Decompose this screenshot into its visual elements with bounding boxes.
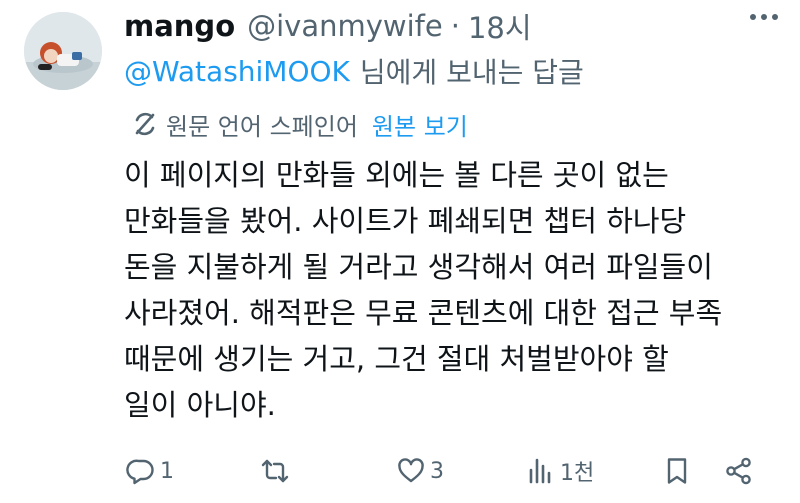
avatar[interactable]	[24, 12, 102, 90]
reply-count: 1	[160, 458, 174, 484]
tweet-header: mango @ivanmywife · 18시	[124, 4, 532, 48]
reply-mention-link[interactable]: @WatashiMOOK	[124, 55, 350, 88]
bookmark-button[interactable]	[662, 448, 692, 494]
views-icon	[529, 458, 551, 484]
like-count: 3	[430, 458, 444, 484]
reply-button[interactable]: 1	[126, 448, 174, 494]
avatar-image	[24, 12, 102, 90]
more-icon[interactable]	[750, 14, 778, 20]
reply-icon	[126, 459, 154, 485]
views-button[interactable]: 1천	[526, 448, 594, 494]
reply-context: @WatashiMOOK 님에게 보내는 답글	[124, 50, 584, 92]
translation-notice: 원문 언어 스페인어 원본 보기	[132, 104, 468, 144]
tweet-text-line: 일이 아니야.	[124, 388, 276, 422]
translate-icon	[135, 112, 155, 136]
tweet-text-line: 사라졌어. 해적판은 무료 콘텐츠에 대한 접근 부족	[124, 296, 723, 330]
tweet-text-line: 돈을 지불하게 될 거라고 생각해서 여러 파일들이	[124, 250, 713, 284]
heart-icon	[398, 458, 424, 483]
translation-label: 원문 언어 스페인어	[166, 112, 358, 141]
user-handle[interactable]: @ivanmywife	[247, 9, 443, 43]
like-button[interactable]: 3	[396, 448, 444, 494]
reply-suffix: 님에게 보내는 답글	[359, 56, 584, 89]
separator-dot: ·	[450, 9, 460, 43]
action-bar: 1 3 1천	[0, 448, 800, 494]
tweet-text-line: 이 페이지의 만화들 외에는 볼 다른 곳이 없는	[124, 158, 669, 192]
retweet-button[interactable]	[260, 448, 294, 494]
view-original-link[interactable]: 원본 보기	[372, 107, 468, 142]
display-name[interactable]: mango	[124, 9, 235, 43]
retweet-icon	[261, 459, 289, 483]
tweet-text-line: 만화들을 봤어. 사이트가 폐쇄되면 챕터 하나당	[124, 204, 687, 238]
timestamp[interactable]: 18시	[468, 5, 532, 47]
share-icon	[726, 457, 751, 485]
tweet-text-line: 때문에 생기는 거고, 그건 절대 처벌받아야 할	[124, 342, 669, 376]
tweet-text: 이 페이지의 만화들 외에는 볼 다른 곳이 없는 만화들을 봤어. 사이트가 …	[124, 152, 784, 428]
bookmark-icon	[667, 458, 687, 484]
views-count: 1천	[560, 461, 595, 486]
share-button[interactable]	[724, 448, 754, 494]
